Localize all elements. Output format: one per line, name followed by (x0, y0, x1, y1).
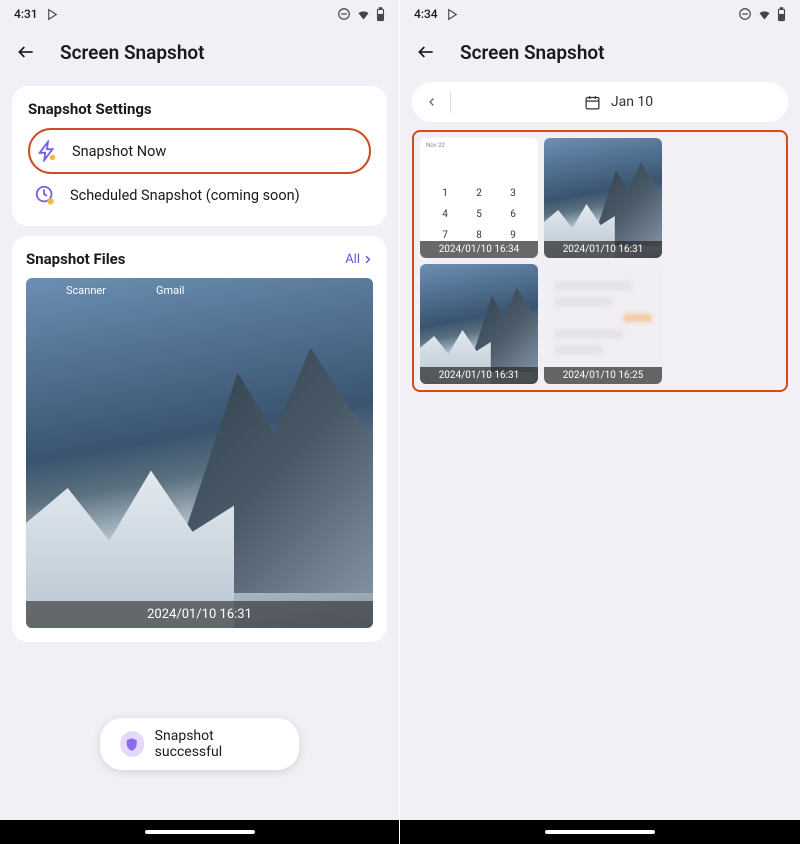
calendar-icon (584, 94, 601, 111)
clock-icon (34, 184, 56, 206)
snapshot-thumb[interactable]: 2024/01/10 16:25 (544, 264, 662, 384)
page-title: Screen Snapshot (460, 41, 605, 64)
play-store-icon (46, 8, 59, 21)
thumb-timestamp: 2024/01/10 16:34 (420, 241, 538, 258)
status-bar: 4:31 (0, 0, 399, 28)
thumb-timestamp: 2024/01/10 16:25 (544, 367, 662, 384)
battery-icon (777, 7, 786, 22)
files-all-link[interactable]: All (345, 252, 373, 267)
page-title: Screen Snapshot (60, 41, 205, 64)
dnd-icon (337, 7, 351, 21)
back-arrow-icon[interactable] (16, 42, 36, 62)
system-nav-bar (0, 820, 399, 844)
page-header: Screen Snapshot (0, 28, 399, 76)
snapshot-settings-card: Snapshot Settings Snapshot Now Scheduled… (12, 86, 387, 226)
system-nav-bar (400, 820, 800, 844)
status-left: 4:31 (14, 7, 59, 21)
scheduled-snapshot-label: Scheduled Snapshot (coming soon) (70, 187, 300, 204)
chevron-right-icon (362, 254, 373, 265)
toast-text: Snapshot successful (155, 728, 280, 760)
dnd-icon (738, 7, 752, 21)
page-header: Screen Snapshot (400, 28, 800, 76)
files-all-label: All (345, 252, 360, 267)
date-prev-button[interactable] (418, 88, 446, 116)
wifi-icon (356, 7, 371, 22)
status-right (738, 7, 786, 22)
thumb-timestamp: 2024/01/10 16:31 (544, 241, 662, 258)
toast-shield-icon (120, 731, 145, 757)
scheduled-snapshot-row[interactable]: Scheduled Snapshot (coming soon) (28, 174, 371, 216)
right-screen: 4:34 Screen Snapshot Jan 10 (400, 0, 800, 844)
left-screen: 4:31 Screen Snapshot Snapshot Settings S… (0, 0, 400, 844)
snapshot-thumb[interactable]: Nov 22 123 456 789 2024/01/10 16:34 (420, 138, 538, 258)
date-navigator: Jan 10 (412, 82, 788, 122)
lightning-icon (36, 140, 58, 162)
status-time: 4:31 (14, 7, 38, 21)
thumb-app-label: Scanner (66, 284, 106, 297)
settings-card-title: Snapshot Settings (28, 100, 371, 118)
files-card-title: Snapshot Files (26, 250, 125, 268)
home-indicator[interactable] (145, 830, 255, 834)
snapshot-thumb[interactable]: 2024/01/10 16:31 (544, 138, 662, 258)
thumb-app-label: Gmail (156, 284, 184, 297)
snapshot-successful-toast: Snapshot successful (100, 718, 300, 770)
latest-snapshot-thumbnail[interactable]: Scanner Gmail 2024/01/10 16:31 (26, 278, 373, 628)
snapshot-thumb[interactable]: 2024/01/10 16:31 (420, 264, 538, 384)
status-left: 4:34 (414, 7, 459, 21)
battery-icon (376, 7, 385, 22)
wifi-icon (757, 7, 772, 22)
snapshot-files-card: Snapshot Files All Scanner Gmail 2024/01… (12, 236, 387, 642)
snapshot-now-row[interactable]: Snapshot Now (28, 128, 371, 174)
snapshot-grid: Nov 22 123 456 789 2024/01/10 16:34 2024… (412, 130, 788, 392)
home-indicator[interactable] (545, 830, 655, 834)
snapshot-now-label: Snapshot Now (72, 143, 166, 160)
date-picker[interactable]: Jan 10 (455, 94, 782, 111)
status-time: 4:34 (414, 7, 438, 21)
play-store-icon (446, 8, 459, 21)
back-arrow-icon[interactable] (416, 42, 436, 62)
thumb-timestamp: 2024/01/10 16:31 (420, 367, 538, 384)
status-bar: 4:34 (400, 0, 800, 28)
snapshot-timestamp: 2024/01/10 16:31 (26, 601, 373, 628)
date-label: Jan 10 (611, 94, 653, 110)
status-right (337, 7, 385, 22)
